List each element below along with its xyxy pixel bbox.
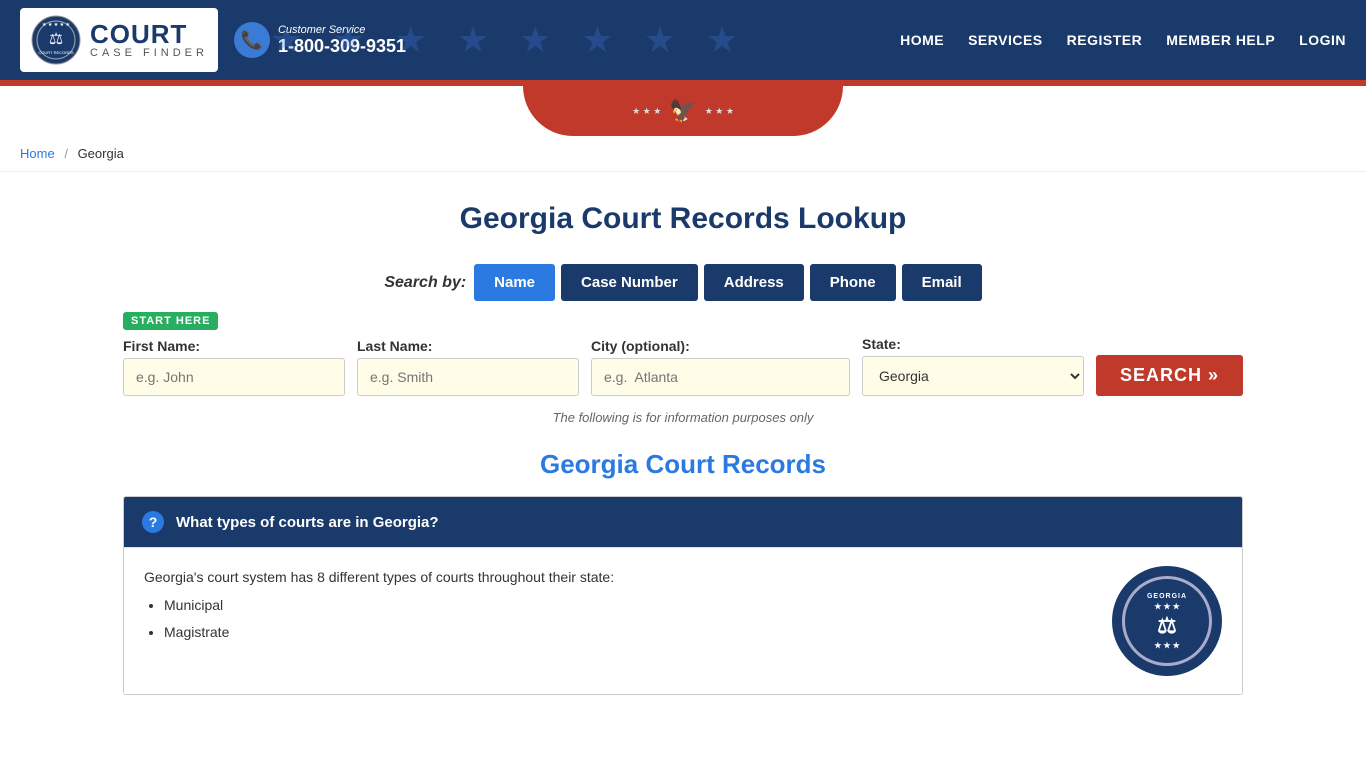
tab-email[interactable]: Email xyxy=(902,264,982,301)
seal-stars: ★★★ xyxy=(1154,602,1180,611)
search-form-container: START HERE First Name: Last Name: City (… xyxy=(123,311,1243,396)
bg-star: ★ xyxy=(395,19,427,61)
breadcrumb-current: Georgia xyxy=(78,146,124,161)
search-section: Search by: Name Case Number Address Phon… xyxy=(123,264,1243,425)
tab-address[interactable]: Address xyxy=(704,264,804,301)
breadcrumb: Home / Georgia xyxy=(0,136,1366,172)
search-by-label: Search by: xyxy=(384,274,466,292)
search-button[interactable]: SEARCH » xyxy=(1096,355,1243,396)
header-bg-stars: ★ ★ ★ ★ ★ ★ ★ ★ xyxy=(250,0,1366,80)
site-logo[interactable]: ★ ★ ★ ★ ★ ⚖ COURT RECORDS COURT CASE FIN… xyxy=(20,8,218,72)
faq-body: Georgia's court system has 8 different t… xyxy=(124,547,1242,694)
first-name-label: First Name: xyxy=(123,338,345,354)
search-form-row: First Name: Last Name: City (optional): … xyxy=(123,336,1243,396)
breadcrumb-separator: / xyxy=(64,146,68,161)
eagle-arch: ★ ★ ★ 🦅 ★ ★ ★ xyxy=(523,86,843,136)
list-item: Municipal xyxy=(164,594,1092,616)
eagle-inner: ★ ★ ★ 🦅 ★ ★ ★ xyxy=(632,98,734,124)
last-name-input[interactable] xyxy=(357,358,579,396)
bg-star: ★ xyxy=(581,19,613,61)
search-tabs: Name Case Number Address Phone Email xyxy=(474,264,981,301)
state-field: State: Georgia Alabama Alaska Arizona Fl… xyxy=(862,336,1084,396)
logo-text: COURT CASE FINDER xyxy=(90,21,208,59)
logo-case-finder-label: CASE FINDER xyxy=(90,47,208,59)
state-label: State: xyxy=(862,336,1084,352)
start-here-badge: START HERE xyxy=(123,312,218,330)
svg-text:COURT RECORDS: COURT RECORDS xyxy=(38,50,74,55)
site-header: ★ ★ ★ ★ ★ ★ ★ ★ ★ ★ ★ ★ ★ ⚖ COURT RECORD… xyxy=(0,0,1366,80)
bg-star: ★ xyxy=(706,19,738,61)
bg-star: ★ xyxy=(270,19,302,61)
stars-left: ★ ★ ★ xyxy=(632,106,661,117)
logo-seal-icon: ★ ★ ★ ★ ★ ⚖ COURT RECORDS xyxy=(30,14,82,66)
info-note: The following is for information purpose… xyxy=(123,410,1243,425)
last-name-field: Last Name: xyxy=(357,338,579,396)
faq-item: ? What types of courts are in Georgia? G… xyxy=(123,496,1243,695)
page-title: Georgia Court Records Lookup xyxy=(123,202,1243,236)
seal-scales-icon: ⚖ xyxy=(1157,613,1177,639)
georgia-seal-inner: GEORGIA ★★★ ⚖ ★★★ xyxy=(1122,576,1212,666)
eagle-container: ★ ★ ★ 🦅 ★ ★ ★ xyxy=(0,86,1366,136)
section-title: Georgia Court Records xyxy=(123,449,1243,480)
bg-star: ★ xyxy=(332,19,364,61)
last-name-label: Last Name: xyxy=(357,338,579,354)
city-label: City (optional): xyxy=(591,338,850,354)
tab-name[interactable]: Name xyxy=(474,264,555,301)
main-content: Georgia Court Records Lookup Search by: … xyxy=(83,172,1283,715)
bg-star: ★ xyxy=(644,19,676,61)
seal-stars-bottom: ★★★ xyxy=(1154,641,1180,650)
first-name-input[interactable] xyxy=(123,358,345,396)
breadcrumb-home[interactable]: Home xyxy=(20,146,55,161)
faq-intro: Georgia's court system has 8 different t… xyxy=(144,566,1092,588)
svg-text:★ ★ ★ ★ ★: ★ ★ ★ ★ ★ xyxy=(42,22,70,28)
eagle-icon: 🦅 xyxy=(669,98,696,124)
city-field: City (optional): xyxy=(591,338,850,396)
city-input[interactable] xyxy=(591,358,850,396)
faq-body-text: Georgia's court system has 8 different t… xyxy=(144,566,1092,647)
search-by-row: Search by: Name Case Number Address Phon… xyxy=(123,264,1243,301)
svg-text:⚖: ⚖ xyxy=(49,31,63,48)
faq-header[interactable]: ? What types of courts are in Georgia? xyxy=(124,497,1242,547)
state-select[interactable]: Georgia Alabama Alaska Arizona Florida C… xyxy=(862,356,1084,396)
seal-text-top: GEORGIA xyxy=(1147,593,1187,600)
stars-right: ★ ★ ★ xyxy=(705,106,734,117)
faq-list: Municipal Magistrate xyxy=(164,594,1092,643)
logo-court-label: COURT xyxy=(90,21,187,47)
bg-star: ★ xyxy=(457,19,489,61)
georgia-seal: GEORGIA ★★★ ⚖ ★★★ xyxy=(1112,566,1222,676)
tab-case-number[interactable]: Case Number xyxy=(561,264,698,301)
list-item: Magistrate xyxy=(164,621,1092,643)
faq-question-icon: ? xyxy=(142,511,164,533)
bg-star: ★ xyxy=(519,19,551,61)
faq-question-text: What types of courts are in Georgia? xyxy=(176,514,439,531)
tab-phone[interactable]: Phone xyxy=(810,264,896,301)
first-name-field: First Name: xyxy=(123,338,345,396)
